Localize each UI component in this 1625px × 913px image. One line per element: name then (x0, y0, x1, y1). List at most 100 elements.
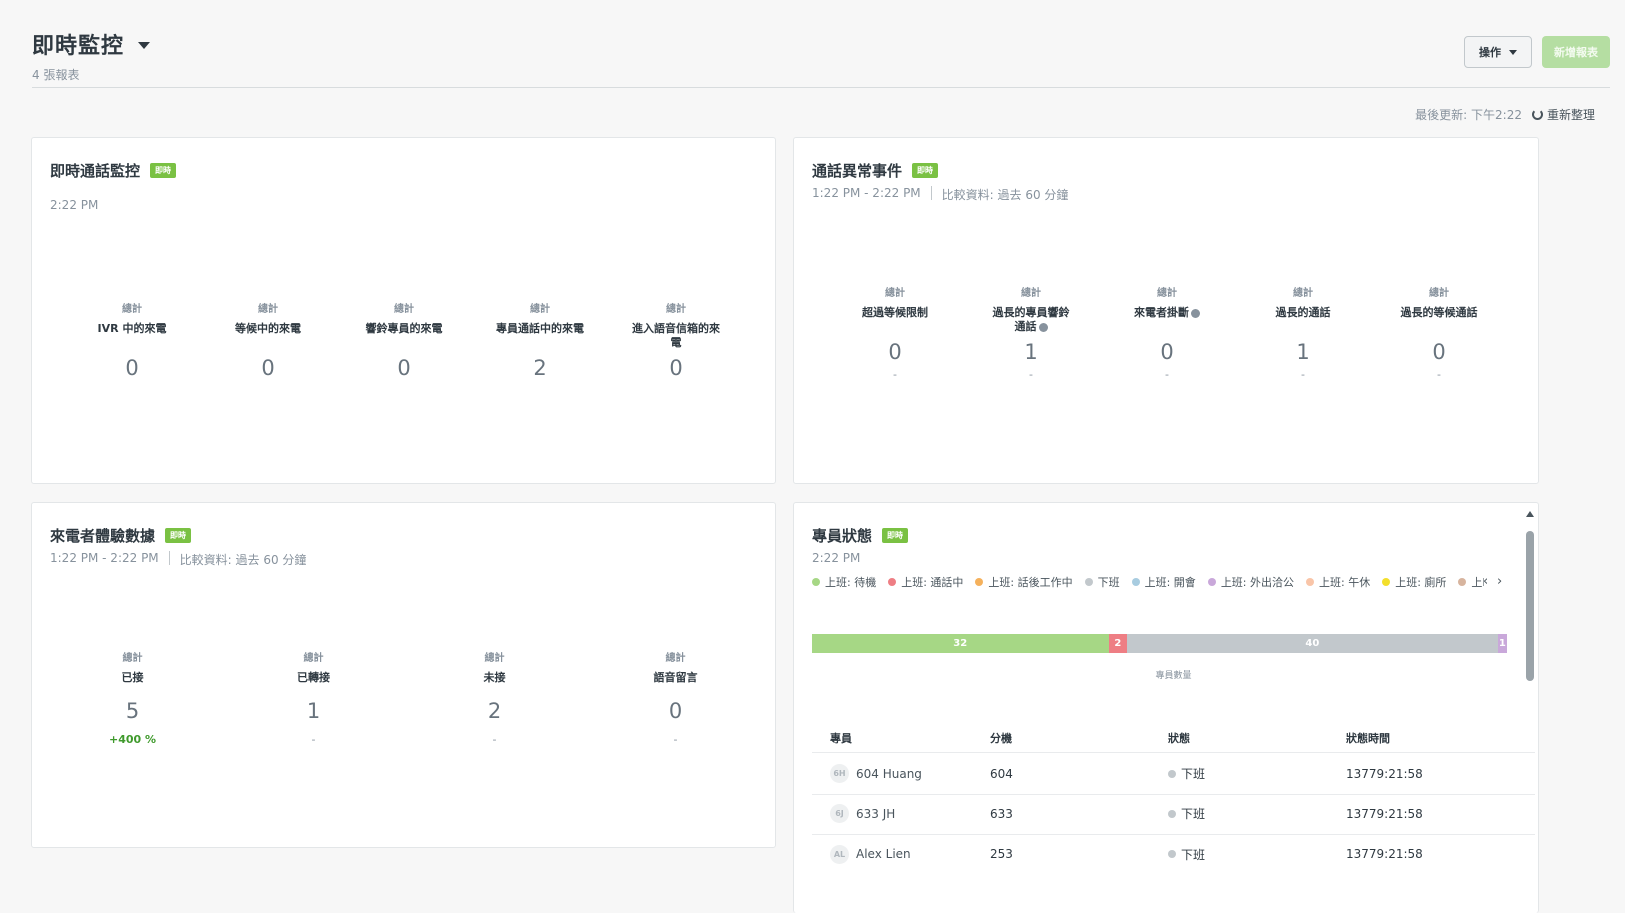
metric-long-ring: 總計 過長的專員響鈴通話 1 - (992, 288, 1070, 381)
chevron-down-icon[interactable] (138, 41, 151, 49)
legend-dot-icon (975, 578, 984, 586)
refresh-icon (1531, 109, 1543, 120)
legend-label: 上班: 外出洽公 (1220, 576, 1295, 589)
legend-next-button[interactable]: › (1497, 574, 1502, 589)
legend-item[interactable]: 上班: 午休 (1306, 574, 1370, 590)
metric-answered: 總計 已接 5 +400 % (108, 653, 157, 746)
agent-status-time: 13779:21:58 (1346, 766, 1423, 781)
card-title: 通話異常事件 (812, 162, 903, 180)
report-count: 4 張報表 (32, 68, 80, 82)
legend-dot-icon (1207, 578, 1216, 586)
legend-item[interactable]: 上班: 待機 (812, 574, 876, 590)
agent-status-time: 13779:21:58 (1346, 806, 1423, 821)
legend-item[interactable]: 上I (1458, 574, 1484, 590)
bar-segment[interactable]: 40 (1127, 634, 1498, 653)
legend-dot-icon (1131, 578, 1140, 586)
metric-ivr: 總計 IVR 中的來電 0 (97, 304, 167, 380)
legend-item[interactable]: 上班: 開會 (1131, 574, 1196, 590)
legend-item[interactable]: 上班: 廁所 (1382, 574, 1446, 590)
agent-name: 633 JH (856, 806, 896, 821)
metric-wait-limit: 總計 超過等候限制 0 - (862, 288, 928, 381)
scroll-up-icon[interactable] (1526, 511, 1534, 517)
legend-item[interactable]: 下班 (1084, 574, 1120, 590)
legend-dot-icon (1382, 578, 1391, 586)
card-time: 2:22 PM (812, 551, 861, 565)
legend-item[interactable]: 上班: 通話中 (888, 574, 963, 590)
card-caller-experience: 來電者體驗數據 即時 1:22 PM - 2:22 PM 比較資料: 過去 60… (31, 502, 776, 848)
agent-table-header: 專員 分機 狀態 狀態時間 (812, 723, 1535, 753)
legend-prev-button[interactable]: ‹ (1483, 574, 1488, 589)
agent-name: Alex Lien (856, 847, 911, 861)
compare-text: 比較資料: 過去 60 分鐘 (179, 553, 307, 567)
agent-extension: 633 (990, 806, 1013, 821)
legend-dot-icon (1084, 578, 1093, 586)
avatar: AL (830, 844, 849, 864)
metric-voicemail: 總計 進入語音信箱的來電 0 (632, 304, 720, 380)
metric-long-call: 總計 過長的通話 1 - (1275, 288, 1331, 381)
table-row[interactable]: 6H 604 Huang 604 下班 13779:21:58 (812, 753, 1535, 795)
live-badge: 即時 (150, 163, 177, 178)
legend-label: 下班 (1097, 576, 1120, 589)
table-row[interactable]: 6J 633 JH 633 下班 13779:21:58 (812, 793, 1535, 835)
metric-ringing: 總計 響鈴專員的來電 0 (365, 304, 443, 380)
card-live-calls: 即時通話監控 即時 2:22 PM 總計 IVR 中的來電 0 總計 等候中的來… (31, 137, 776, 484)
last-updated-bar: 最後更新: 下午2:22 重新整理 (1415, 106, 1595, 123)
agent-status: 下班 (1181, 767, 1206, 781)
col-agent[interactable]: 專員 (812, 730, 990, 746)
live-badge: 即時 (165, 528, 192, 543)
operations-button[interactable]: 操作 (1464, 36, 1532, 68)
legend-item[interactable]: 上班: 外出洽公 (1207, 574, 1295, 590)
col-extension[interactable]: 分機 (990, 730, 1168, 746)
bar-segment[interactable]: 2 (1108, 634, 1128, 653)
compare-text: 比較資料: 過去 60 分鐘 (941, 188, 1069, 202)
refresh-label: 重新整理 (1546, 108, 1595, 122)
card-title: 即時通話監控 (50, 162, 141, 180)
bar-segment[interactable]: 1 (1497, 634, 1507, 653)
agent-status: 下班 (1181, 807, 1206, 821)
legend-dot-icon (888, 578, 897, 586)
legend-dot-icon (1306, 578, 1315, 586)
time-range: 1:22 PM - 2:22 PM (50, 551, 159, 565)
legend-label: 上班: 待機 (825, 576, 877, 589)
scrollbar[interactable] (1526, 511, 1534, 881)
info-icon[interactable] (1038, 322, 1048, 332)
agent-status: 下班 (1181, 847, 1206, 862)
legend-label: 上班: 廁所 (1395, 576, 1447, 589)
live-badge: 即時 (912, 163, 939, 178)
legend-dot-icon (1458, 578, 1467, 586)
metric-caller-hangup: 總計 來電者掛斷 0 - (1099, 284, 1235, 381)
bar-segment[interactable]: 32 (812, 634, 1109, 653)
legend-dot-icon (812, 578, 820, 586)
metric-transferred: 總計 已轉接 1 - (297, 653, 330, 746)
metric-waiting: 總計 等候中的來電 0 (235, 304, 301, 380)
info-icon[interactable] (1191, 308, 1200, 318)
status-legend: 上班: 待機 上班: 通話中 上班: 話後工作中 下班 上班: 開會 上班: 外出洽公 上班… (812, 574, 1484, 590)
legend-item[interactable]: 上班: 話後工作中 (975, 574, 1073, 590)
status-dot-icon (1168, 850, 1176, 858)
card-time: 2:22 PM (50, 198, 99, 212)
last-updated-text: 最後更新: 下午2:22 (1415, 108, 1522, 122)
col-status[interactable]: 狀態 (1168, 730, 1346, 746)
legend-label: 上班: 通話中 (901, 576, 964, 589)
status-dot-icon (1168, 769, 1176, 778)
agent-count-bar: 32 2 40 1 (812, 634, 1535, 653)
metric-missed: 總計 未接 2 - (483, 653, 506, 746)
agent-extension: 253 (990, 847, 1013, 861)
table-row[interactable]: AL Alex Lien 253 下班 13779:21:58 (812, 833, 1535, 875)
card-title: 來電者體驗數據 (50, 527, 156, 545)
legend-label: 上班: 午休 (1319, 576, 1371, 589)
col-status-time[interactable]: 狀態時間 (1346, 730, 1524, 746)
refresh-button[interactable]: 重新整理 (1531, 106, 1595, 123)
metric-long-hold: 總計 過長的等候通話 0 - (1400, 288, 1478, 381)
metric-in-call: 總計 專員通話中的來電 2 (496, 304, 584, 380)
scroll-thumb[interactable] (1526, 531, 1534, 681)
legend-label: 上班: 開會 (1144, 576, 1196, 589)
page-header: 即時監控 4 張報表 操作 新增報表 (32, 28, 1610, 88)
agent-status-time: 13779:21:58 (1346, 847, 1423, 861)
avatar: 6H (830, 764, 849, 783)
metric-voicemail-msg: 總計 語音留言 0 - (653, 653, 698, 746)
page-title[interactable]: 即時監控 (32, 28, 124, 60)
bar-caption: 專員數量 (1155, 671, 1192, 681)
new-report-button[interactable]: 新增報表 (1542, 36, 1610, 68)
agent-name: 604 Huang (856, 766, 922, 781)
